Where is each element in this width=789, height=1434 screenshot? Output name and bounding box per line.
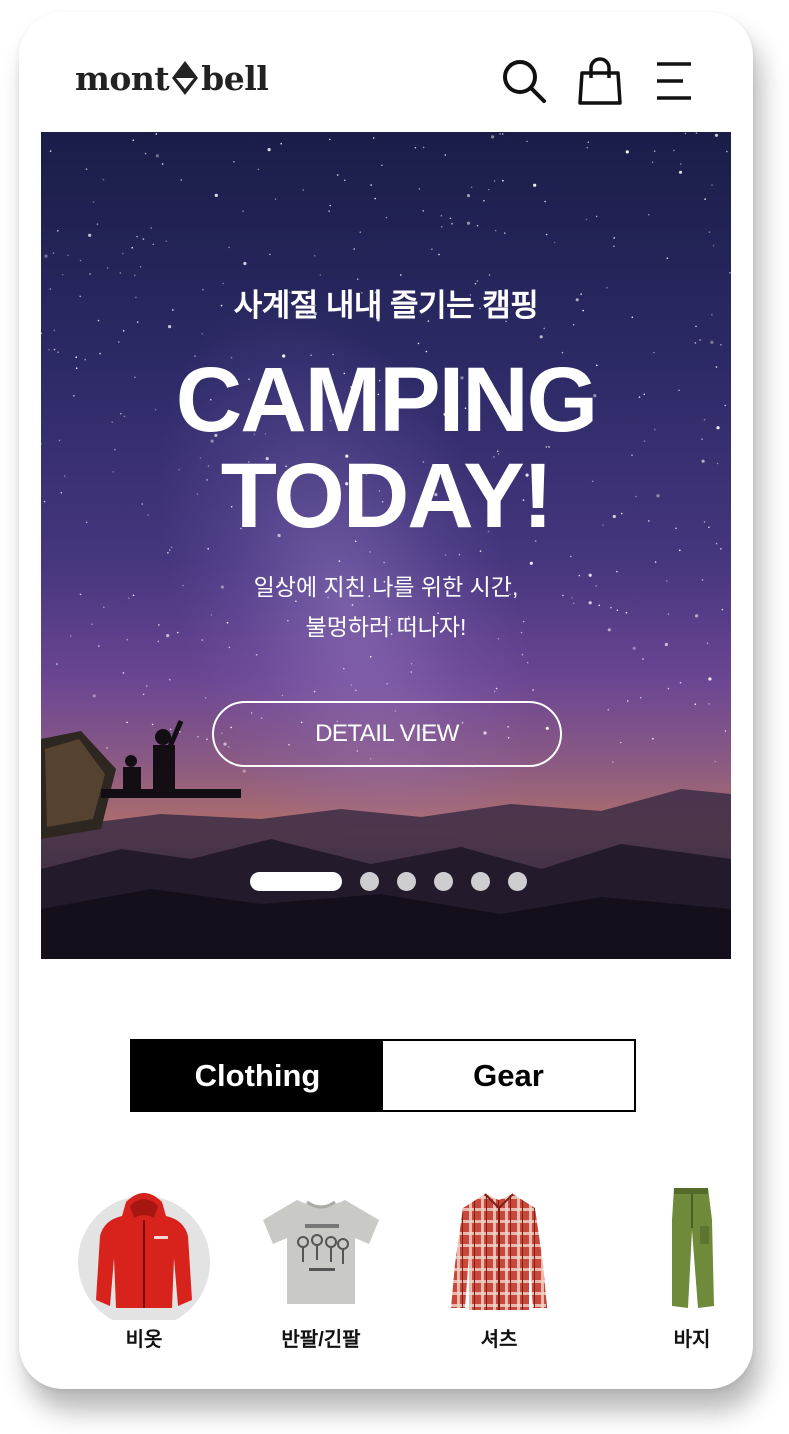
- carousel-indicators: [250, 870, 545, 892]
- carousel-dot-active[interactable]: [250, 871, 342, 891]
- logo-diamond-icon: [172, 61, 199, 95]
- pants-icon: [622, 1180, 753, 1320]
- montbell-logo[interactable]: mont bell: [75, 56, 269, 100]
- phone-frame: mont bell 사계절 내내 즐기는 캠핑 CAMPING TODAY! 일…: [19, 12, 753, 1389]
- tab-clothing[interactable]: Clothing: [132, 1041, 383, 1110]
- category-label: 비옷: [125, 1329, 163, 1351]
- hero-subtitle: 사계절 내내 즐기는 캠핑: [233, 288, 539, 323]
- logo-text-left: mont: [75, 58, 170, 98]
- shopping-bag-icon[interactable]: [575, 56, 625, 106]
- search-icon[interactable]: [499, 56, 549, 106]
- carousel-dot[interactable]: [360, 871, 379, 891]
- category-item-shirt[interactable]: 셔츠: [429, 1180, 569, 1351]
- category-item-pants[interactable]: 바지: [622, 1180, 753, 1351]
- tshirt-icon: [251, 1180, 391, 1320]
- logo-text-right: bell: [201, 58, 269, 98]
- hero-banner[interactable]: 사계절 내내 즐기는 캠핑 CAMPING TODAY! 일상에 지친 나를 위…: [41, 132, 731, 959]
- category-tabs: Clothing Gear: [130, 1039, 636, 1112]
- tab-gear[interactable]: Gear: [383, 1041, 634, 1110]
- category-label: 바지: [673, 1329, 711, 1351]
- hero-desc-line2: 불멍하러 떠나자!: [305, 614, 467, 640]
- header: mont bell: [19, 12, 753, 131]
- hero-title: CAMPING TODAY!: [41, 352, 731, 544]
- hero-title-line2: TODAY!: [220, 445, 554, 547]
- hero-description: 일상에 지친 나를 위한 시간, 불멍하러 떠나자!: [41, 567, 731, 647]
- plaid-shirt-icon: [429, 1180, 569, 1320]
- category-label: 반팔/긴팔: [281, 1329, 361, 1351]
- carousel-dot[interactable]: [397, 871, 416, 891]
- menu-icon[interactable]: [649, 56, 699, 106]
- hero-desc-line1: 일상에 지친 나를 위한 시간,: [253, 574, 519, 600]
- carousel-dot[interactable]: [508, 871, 527, 891]
- mountain-silhouette: [41, 720, 731, 959]
- hero-title-line1: CAMPING: [175, 349, 598, 451]
- carousel-dot[interactable]: [471, 871, 490, 891]
- category-item-tshirt[interactable]: 반팔/긴팔: [251, 1180, 391, 1351]
- rain-jacket-icon: [74, 1180, 214, 1320]
- category-label: 셔츠: [480, 1329, 518, 1351]
- carousel-dot[interactable]: [434, 871, 453, 891]
- category-item-rain-jacket[interactable]: 비옷: [74, 1180, 214, 1351]
